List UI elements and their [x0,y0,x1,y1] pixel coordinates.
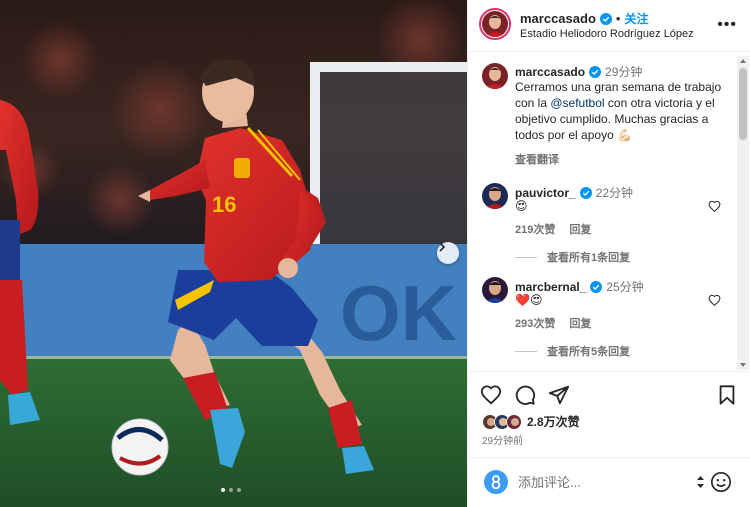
avatar-image [482,183,508,209]
like-heart-icon[interactable] [480,384,502,406]
comment-text: 😍 [515,199,528,213]
carousel-dot [237,488,241,492]
view-replies-button[interactable]: 查看所有1条回复 [515,249,630,265]
comment-time: 25分钟 [606,280,644,294]
follow-button[interactable]: 关注 [624,10,648,27]
view-replies-label: 查看所有1条回复 [547,252,631,264]
carousel-dot [229,488,233,492]
verified-badge-icon [599,12,612,25]
bookmark-save-icon[interactable] [716,384,738,406]
scrollbar-thumb[interactable] [739,68,747,140]
share-send-icon[interactable] [548,384,570,406]
comment-text: ❤️😍 [515,293,543,307]
user-badge-icon [491,475,501,490]
comments-scrollbar[interactable] [737,56,749,370]
comment-likes[interactable]: 293次赞 [515,315,555,331]
comment-like-icon[interactable] [708,294,721,307]
emoji-picker-icon[interactable] [710,471,732,493]
spinner-arrows-icon[interactable] [696,473,705,491]
shirt-number: 16 [212,192,236,217]
comment-meta: 293次赞 回复 [515,315,591,331]
caption-time: 29分钟 [605,65,643,79]
post-actions: 2.8万次赞 29分钟前 [468,371,750,457]
caption-mention[interactable]: @sefutbol [550,96,604,110]
comment-username[interactable]: marcbernal_ [515,280,586,294]
caption-emoji: 💪🏻 [617,128,633,142]
comment-time: 22分钟 [595,186,634,200]
see-translation-button[interactable]: 查看翻译 [515,151,559,167]
caption-username[interactable]: marccasado [515,65,585,79]
chevron-right-icon [439,242,446,252]
scroll-down-arrow-icon[interactable] [740,363,746,367]
post-side-panel: marccasado • 关注 Estadio Heliodoro Rodríg… [467,0,750,507]
comment-reply-button[interactable]: 回复 [569,221,591,237]
likes-count[interactable]: 2.8万次赞 [527,413,580,430]
carousel-next-button[interactable] [437,242,459,264]
comment-bubble-icon[interactable] [514,384,536,406]
more-options-button[interactable]: ••• [717,16,737,34]
comment-meta: 219次赞 回复 [515,221,591,237]
post-photo[interactable]: OK 16 [0,0,467,507]
avatar-image [482,277,508,303]
likes-row[interactable]: 2.8万次赞 [482,413,580,430]
view-replies-label: 查看所有5条回复 [547,346,631,358]
liker-avatar [506,413,522,430]
post-timestamp: 29分钟前 [482,436,524,447]
verified-badge-icon [590,280,603,293]
comment-likes[interactable]: 219次赞 [515,221,555,237]
verified-badge-icon [579,186,592,199]
divider [515,256,537,258]
add-comment-bar [468,457,750,507]
post-image: OK 16 [0,0,467,507]
divider [515,350,537,352]
comment-avatar[interactable] [482,277,508,303]
current-user-avatar [484,470,508,494]
carousel-indicator [221,488,241,492]
comment-like-icon[interactable] [708,200,721,213]
comment-reply-button[interactable]: 回复 [569,315,591,331]
caption-avatar[interactable] [482,63,508,89]
carousel-dot [221,488,225,492]
separator: • [615,11,621,26]
verified-badge-icon [589,65,602,78]
comments-section: marccasado 29分钟 Cerramos una gran semana… [468,53,750,371]
scroll-up-arrow-icon[interactable] [740,59,746,63]
comment-username[interactable]: pauvictor_ [515,186,576,200]
post-header: marccasado • 关注 Estadio Heliodoro Rodríg… [468,0,750,52]
author-username[interactable]: marccasado [520,11,596,26]
avatar-image [482,63,508,89]
author-avatar[interactable] [479,8,511,40]
caption-text: Cerramos una gran semana de trabajo con … [515,79,735,143]
add-comment-input[interactable] [518,472,688,492]
board-text: OK [340,269,457,357]
post-location[interactable]: Estadio Heliodoro Rodríguez López [520,28,694,40]
avatar-image [482,11,508,37]
comment-avatar[interactable] [482,183,508,209]
view-replies-button[interactable]: 查看所有5条回复 [515,343,630,359]
